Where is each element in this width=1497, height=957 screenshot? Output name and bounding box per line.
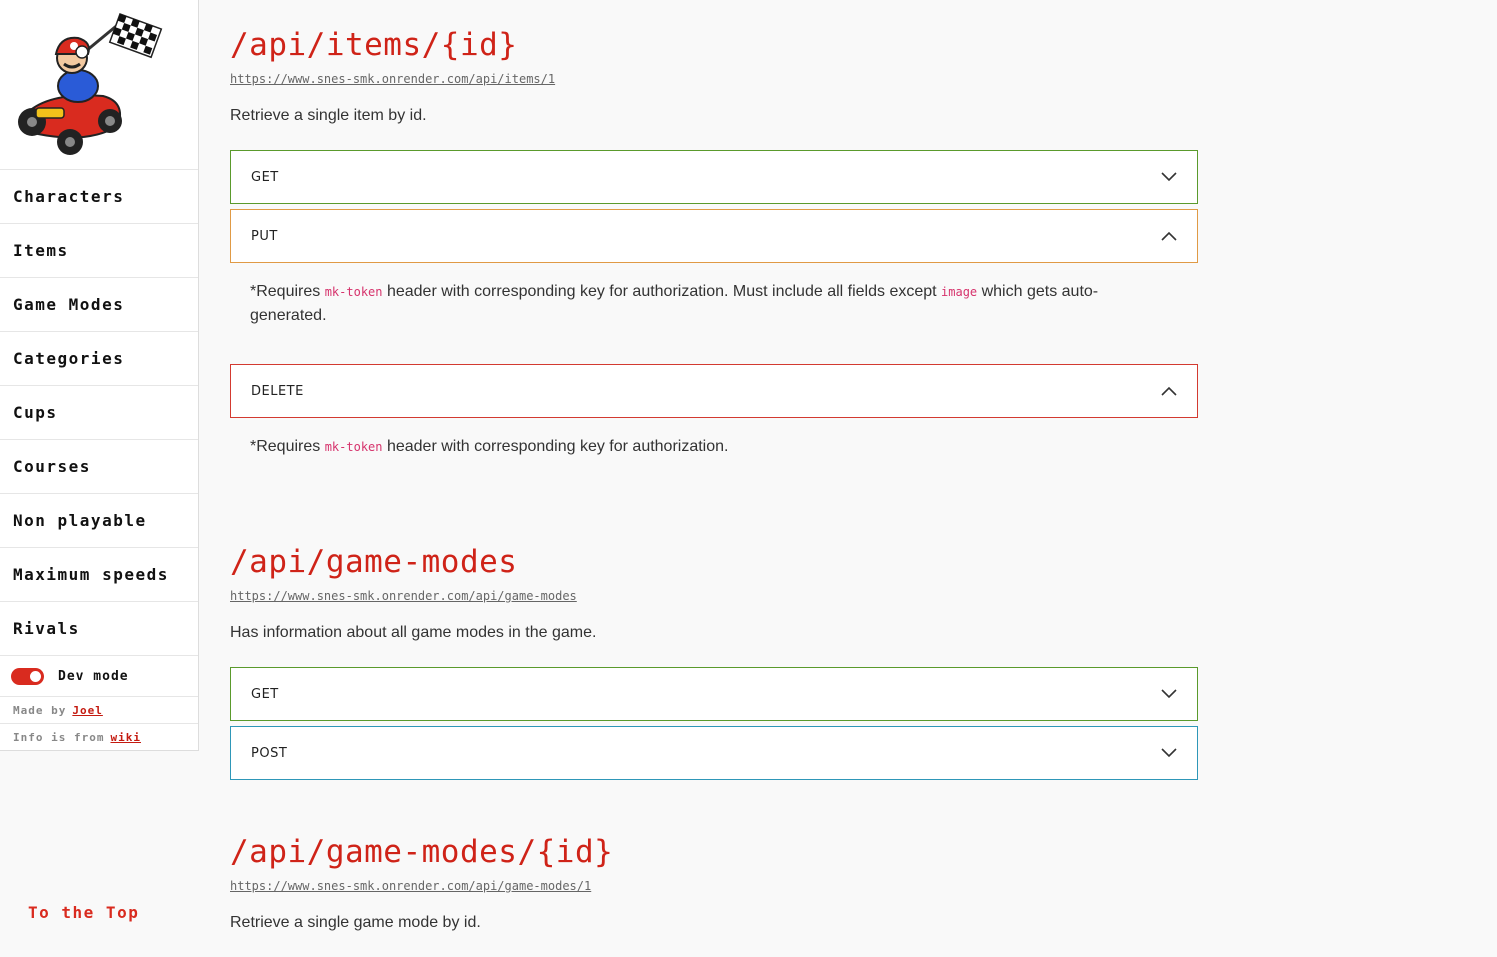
endpoint-title: /api/game-modes	[230, 544, 518, 580]
method-put-accordion[interactable]: PUT	[230, 209, 1198, 263]
note-text: header with corresponding key for author…	[382, 283, 942, 300]
image-code: image	[941, 285, 978, 299]
endpoint-description: Retrieve a single game mode by id.	[230, 914, 481, 931]
method-get-accordion[interactable]: GET	[230, 150, 1198, 204]
info-source-text: Info is from	[13, 731, 105, 744]
endpoint-description: Retrieve a single item by id.	[230, 107, 427, 124]
token-code: mk-token	[324, 285, 383, 299]
sidebar-item-label: Game Modes	[13, 295, 125, 314]
endpoint-title: /api/game-modes/{id}	[230, 834, 614, 870]
sidebar-item-non-playable[interactable]: Non playable	[0, 494, 198, 548]
method-label: GET	[251, 686, 279, 702]
chevron-up-icon	[1161, 386, 1177, 396]
put-auth-note: *Requires mk-token header with correspon…	[250, 280, 1170, 328]
made-by-text: Made by	[13, 703, 67, 717]
sidebar-item-categories[interactable]: Categories	[0, 332, 198, 386]
author-link[interactable]: Joel	[72, 704, 103, 717]
method-label: PUT	[251, 228, 278, 244]
info-source-credit: Info is from wiki	[0, 724, 198, 751]
sidebar-item-label: Non playable	[13, 511, 147, 530]
sidebar-item-cups[interactable]: Cups	[0, 386, 198, 440]
sidebar-item-items[interactable]: Items	[0, 224, 198, 278]
method-label: GET	[251, 169, 279, 185]
dev-mode-toggle[interactable]	[11, 667, 44, 685]
sidebar-item-label: Cups	[13, 403, 58, 422]
note-text: *Requires	[250, 438, 325, 455]
token-code: mk-token	[324, 440, 383, 454]
sidebar-item-game-modes[interactable]: Game Modes	[0, 278, 198, 332]
note-text: header with corresponding key for author…	[382, 438, 729, 455]
chevron-down-icon	[1161, 172, 1177, 182]
sidebar-item-label: Items	[13, 241, 69, 260]
delete-auth-note: *Requires mk-token header with correspon…	[250, 435, 1170, 459]
dev-mode-label: Dev mode	[58, 668, 129, 684]
method-post-accordion[interactable]: POST	[230, 726, 1198, 780]
logo[interactable]	[0, 0, 198, 170]
mario-kart-logo-icon	[18, 13, 163, 155]
endpoint-url-link[interactable]: https://www.snes-smk.onrender.com/api/ga…	[230, 879, 591, 893]
method-label: DELETE	[251, 383, 304, 399]
endpoint-description: Has information about all game modes in …	[230, 624, 597, 641]
endpoint-url-link[interactable]: https://www.snes-smk.onrender.com/api/ga…	[230, 589, 577, 603]
sidebar-item-characters[interactable]: Characters	[0, 170, 198, 224]
sidebar-item-label: Maximum speeds	[13, 565, 169, 584]
chevron-down-icon	[1161, 748, 1177, 758]
sidebar-item-label: Courses	[13, 457, 91, 476]
sidebar-item-label: Categories	[13, 349, 125, 368]
to-the-top-link[interactable]: To the Top	[28, 903, 139, 922]
wiki-link[interactable]: wiki	[110, 731, 141, 744]
note-text: *Requires	[250, 283, 325, 300]
chevron-up-icon	[1161, 231, 1177, 241]
sidebar-item-courses[interactable]: Courses	[0, 440, 198, 494]
method-label: POST	[251, 745, 288, 761]
sidebar-item-label: Characters	[13, 187, 125, 206]
made-by-credit: Made by Joel	[0, 697, 198, 724]
method-get-accordion[interactable]: GET	[230, 667, 1198, 721]
sidebar-item-rivals[interactable]: Rivals	[0, 602, 198, 656]
chevron-down-icon	[1161, 689, 1177, 699]
sidebar-item-maximum-speeds[interactable]: Maximum speeds	[0, 548, 198, 602]
sidebar: Characters Items Game Modes Categories C…	[0, 0, 199, 751]
dev-mode-row: Dev mode	[0, 656, 198, 697]
endpoint-title: /api/items/{id}	[230, 27, 518, 63]
method-delete-accordion[interactable]: DELETE	[230, 364, 1198, 418]
endpoint-url-link[interactable]: https://www.snes-smk.onrender.com/api/it…	[230, 72, 555, 86]
sidebar-item-label: Rivals	[13, 619, 80, 638]
